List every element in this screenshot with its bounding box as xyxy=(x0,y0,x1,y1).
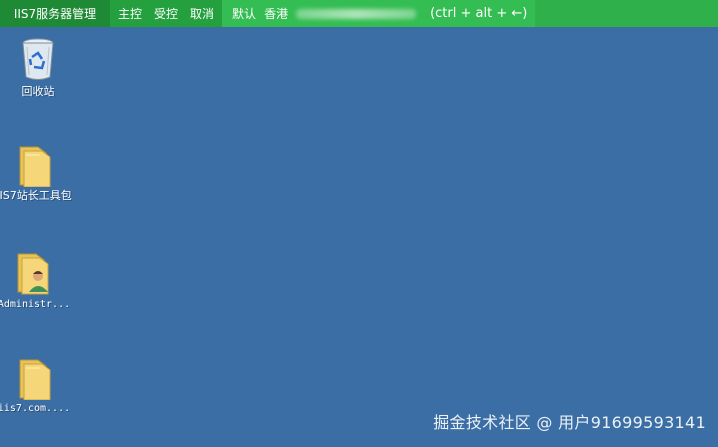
region-label[interactable]: 香港 xyxy=(264,5,288,22)
watermark-text: 掘金技术社区 @ 用户91699593141 xyxy=(433,413,706,432)
main-control-button[interactable]: 主控 xyxy=(118,5,142,22)
brand-label[interactable]: IIS7服务器管理 xyxy=(0,0,110,27)
control-toolbar: IIS7服务器管理 主控 受控 取消 默认 香港 (ctrl + alt + ←… xyxy=(0,0,718,27)
desktop-icon-label: 回收站 xyxy=(21,85,55,98)
folder-icon xyxy=(19,146,51,187)
remote-desktop-screen: IIS7服务器管理 主控 受控 取消 默认 香港 (ctrl + alt + ←… xyxy=(0,0,718,447)
blurred-ip-address xyxy=(296,8,417,19)
shortcut-hint: (ctrl + alt + ←) xyxy=(430,6,528,21)
default-button[interactable]: 默认 xyxy=(232,5,256,22)
desktop-icon-iis7-tools[interactable]: IIS7站长工具包 xyxy=(0,143,72,202)
desktop-icon-label: IIS7站长工具包 xyxy=(0,189,72,202)
user-folder-icon xyxy=(17,253,49,295)
controlled-button[interactable]: 受控 xyxy=(154,5,178,22)
desktop-icon-label: Administr... xyxy=(0,299,71,310)
desktop-icon-administrator[interactable]: Administr... xyxy=(0,250,72,311)
control-mode-group: 主控 受控 取消 xyxy=(110,0,223,27)
folder-icon xyxy=(19,359,51,400)
desktop-icon-iis7-com[interactable]: iis7.com.... xyxy=(0,356,72,415)
cancel-button[interactable]: 取消 xyxy=(190,5,214,22)
desktop-icon-label: iis7.com.... xyxy=(0,403,71,414)
connection-info-group: 默认 香港 (ctrl + alt + ←) xyxy=(222,0,536,27)
desktop-icon-recycle-bin[interactable]: 回收站 xyxy=(0,35,76,98)
recycle-bin-icon xyxy=(22,38,54,80)
